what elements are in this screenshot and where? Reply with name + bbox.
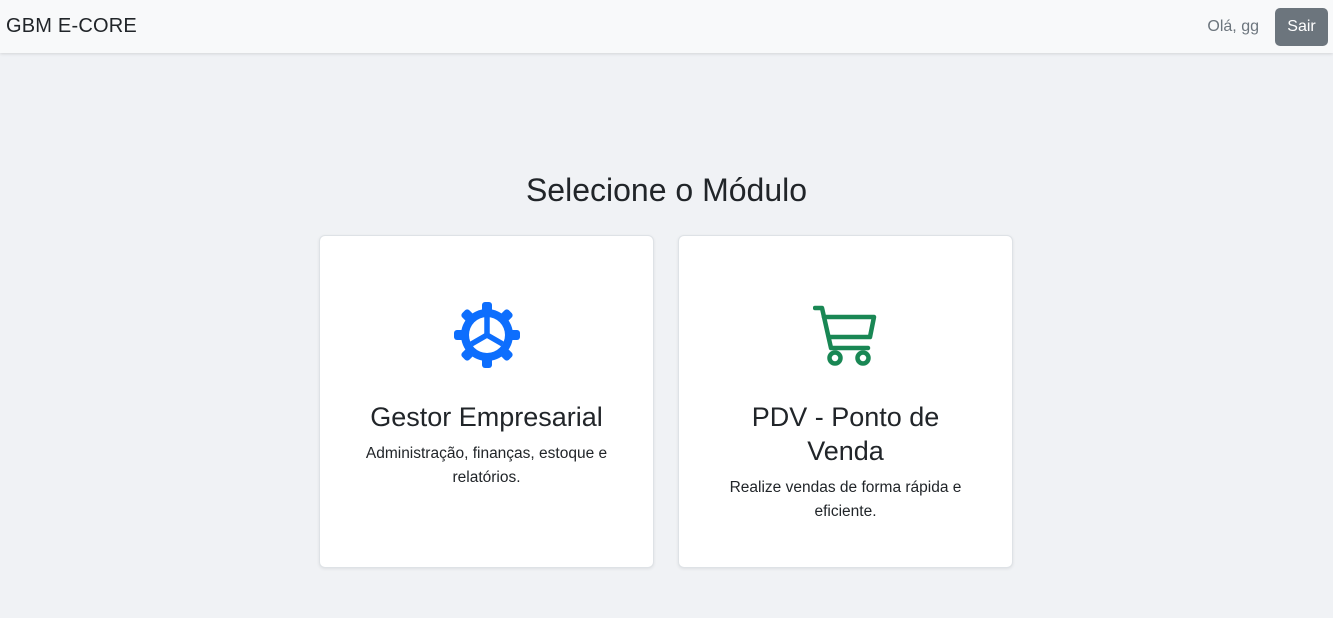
navbar-user-area: Olá, gg Sair — [1207, 7, 1328, 46]
logout-button[interactable]: Sair — [1275, 7, 1328, 46]
module-card-gestor[interactable]: Gestor Empresarial Administração, finanç… — [319, 235, 654, 568]
gear-icon — [452, 300, 522, 370]
navbar: GBM E-CORE Olá, gg Sair — [0, 0, 1333, 53]
user-greeting: Olá, gg — [1207, 17, 1259, 35]
module-description: Realize vendas de forma rápida e eficien… — [729, 479, 962, 520]
page-title: Selecione o Módulo — [525, 172, 808, 208]
module-description: Administração, finanças, estoque e relat… — [365, 445, 608, 486]
brand-logo-text[interactable]: GBM E-CORE — [6, 15, 137, 38]
module-card-pdv[interactable]: PDV - Ponto de Venda Realize vendas de f… — [678, 235, 1013, 568]
module-title: Gestor Empresarial — [370, 402, 603, 432]
cart-icon — [811, 300, 881, 370]
module-title: PDV - Ponto de Venda — [751, 402, 940, 466]
